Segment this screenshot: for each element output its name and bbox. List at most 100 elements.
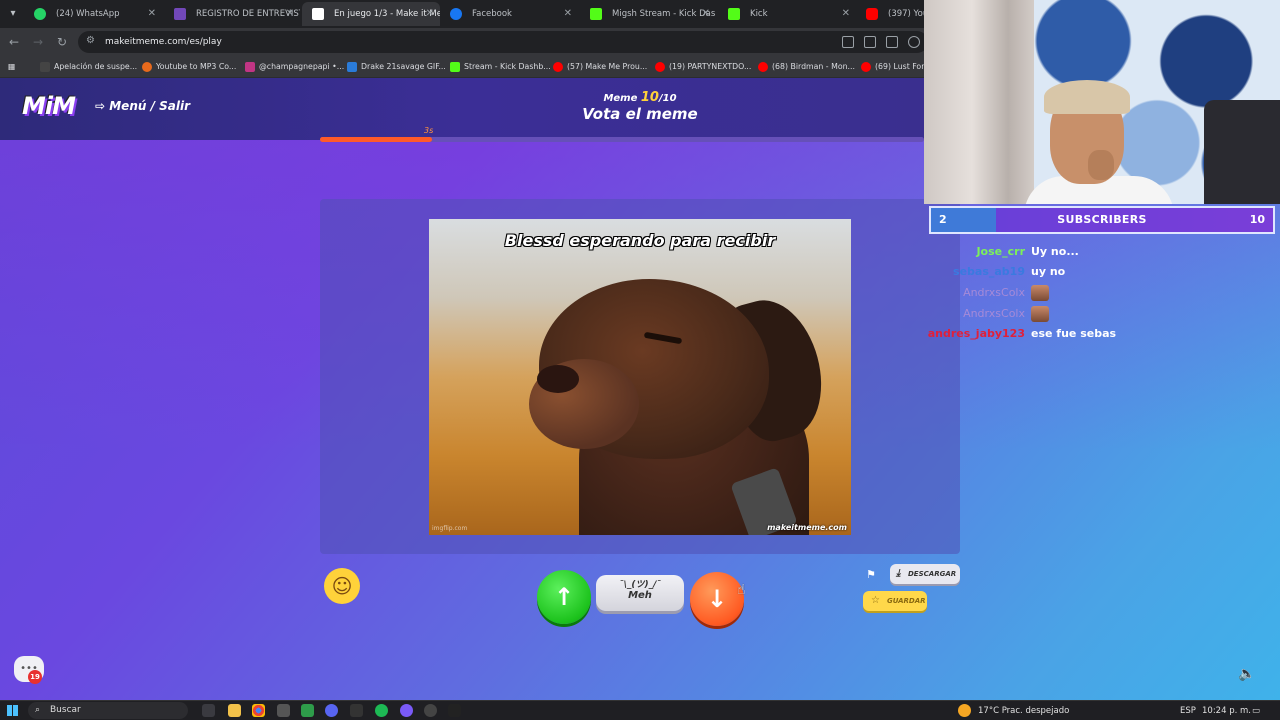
save-button[interactable]: ☆ GUARDAR: [863, 591, 927, 611]
chat-message: AndrxsColx: [924, 283, 1280, 303]
youtube-icon: [758, 62, 768, 72]
tab-kick[interactable]: Kick ✕: [718, 2, 856, 26]
back-icon[interactable]: ←: [5, 33, 23, 51]
tab-label: (24) WhatsApp: [56, 9, 120, 19]
forward-icon[interactable]: →: [29, 33, 47, 51]
save-label: GUARDAR: [887, 597, 926, 605]
vote-down-button[interactable]: ↓: [690, 572, 744, 626]
webcam-curtain: [924, 0, 1044, 204]
webcam-overlay: [924, 0, 1280, 204]
site-settings-icon[interactable]: ⚙: [86, 35, 95, 46]
download-icon: ⤓: [896, 568, 901, 579]
obs-icon[interactable]: [350, 704, 363, 717]
bookmark-item[interactable]: (19) PARTYNEXTDO...: [655, 56, 751, 78]
task-view-icon[interactable]: [202, 704, 215, 717]
tab-youtube[interactable]: (397) YouTube: [856, 2, 926, 26]
taskbar-app-icon[interactable]: [277, 704, 290, 717]
clock[interactable]: 10:24 p. m.: [1202, 701, 1251, 720]
bookmark-item[interactable]: (57) Make Me Prou...: [553, 56, 647, 78]
bookmark-item[interactable]: Drake 21savage GIF...: [347, 56, 446, 78]
cast-icon[interactable]: [842, 36, 854, 48]
webcam-person-hand: [1088, 150, 1114, 180]
chat-message: sebas_ab19 uy no: [924, 262, 1280, 282]
webcam-chair: [1204, 100, 1280, 204]
language-indicator[interactable]: ESP: [1180, 701, 1196, 720]
spotify-icon[interactable]: [375, 704, 388, 717]
bookmark-label: (19) PARTYNEXTDO...: [669, 62, 752, 71]
star-icon: ☆: [871, 595, 880, 606]
meme-panel: Blessd esperando para recibir imgflip.co…: [320, 199, 960, 554]
taskbar-app-icon[interactable]: [424, 704, 437, 717]
terminal-icon[interactable]: [448, 704, 461, 717]
round-prefix: Meme: [603, 93, 638, 104]
menu-exit-link[interactable]: ⇨ Menú / Salir: [95, 99, 190, 113]
reaction-emoji-button[interactable]: ☺: [324, 568, 360, 604]
close-icon[interactable]: ✕: [148, 2, 156, 26]
report-flag-icon[interactable]: ⚑: [866, 568, 876, 581]
timer-label: 3s: [424, 126, 434, 135]
round-counter: Meme 10/10: [560, 90, 720, 105]
reload-icon[interactable]: ↻: [53, 33, 71, 51]
tab-label: Migsh Stream - Kick Dashboard: [612, 9, 716, 19]
chat-emote-icon: [1031, 306, 1049, 322]
address-bar[interactable]: ⚙ makeitmeme.com/es/play: [78, 31, 928, 53]
round-total: /10: [658, 93, 677, 104]
chrome-icon[interactable]: [252, 704, 265, 717]
sound-icon[interactable]: 🔈: [1238, 666, 1255, 682]
bookmark-item[interactable]: Apelación de suspe...: [40, 56, 137, 78]
apps-grid-icon[interactable]: ▦: [8, 56, 20, 78]
discord-icon[interactable]: [325, 704, 338, 717]
download-label: DESCARGAR: [908, 570, 957, 578]
tracking-protection-icon[interactable]: [908, 36, 920, 48]
download-button[interactable]: ⤓ DESCARGAR: [890, 564, 960, 584]
vote-meh-label: Meh: [628, 590, 652, 601]
taskbar-app-icon[interactable]: [400, 704, 413, 717]
tab-kick-dashboard[interactable]: Migsh Stream - Kick Dashboard ✕: [580, 2, 716, 26]
mouse-cursor-icon: ☝: [737, 582, 746, 598]
webcam-person-cap: [1044, 80, 1130, 114]
close-icon[interactable]: ✕: [702, 2, 710, 26]
subscriber-goal-current: 2: [939, 213, 947, 226]
tab-search-icon[interactable]: ▾: [4, 5, 22, 23]
vote-meh-button[interactable]: ¯\_(ツ)_/¯ Meh: [596, 575, 684, 611]
translate-icon[interactable]: [886, 36, 898, 48]
taskbar-search-box[interactable]: ⌕ Buscar: [28, 702, 188, 719]
vote-up-button[interactable]: ↑: [537, 570, 591, 624]
youtube-icon: [655, 62, 665, 72]
chat-username: AndrxsColx: [963, 307, 1025, 320]
shrug-face: ¯\_(ツ)_/¯: [619, 580, 661, 590]
bookmark-item[interactable]: Stream - Kick Dashb...: [450, 56, 551, 78]
file-explorer-icon[interactable]: [228, 704, 241, 717]
excel-icon[interactable]: [301, 704, 314, 717]
tab-registro[interactable]: REGISTRO DE ENTREVISTAS ✕: [164, 2, 300, 26]
windows-start-icon[interactable]: [7, 705, 18, 716]
meme-watermark: makeitmeme.com: [767, 523, 847, 532]
instagram-icon: [245, 62, 255, 72]
bookmark-item[interactable]: @champagnepapi •...: [245, 56, 344, 78]
weather-text[interactable]: 17°C Prac. despejado: [978, 701, 1069, 720]
game-header: MiM ⇨ Menú / Salir Meme 10/10 Vota el me…: [0, 78, 924, 142]
close-icon[interactable]: ✕: [286, 2, 294, 26]
youtube-icon: [553, 62, 563, 72]
bookmark-item[interactable]: (68) Birdman - Mon...: [758, 56, 855, 78]
tab-label: Kick: [750, 9, 768, 19]
tab-make-it-meme[interactable]: En juego 1/3 - Make it Meme ✕: [302, 2, 440, 26]
chat-username: andres_jaby123: [927, 327, 1025, 340]
install-app-icon[interactable]: [864, 36, 876, 48]
close-icon[interactable]: ✕: [426, 2, 434, 26]
tab-facebook[interactable]: Facebook ✕: [440, 2, 578, 26]
bookmark-item[interactable]: Youtube to MP3 Co...: [142, 56, 236, 78]
weather-icon[interactable]: [958, 704, 971, 717]
gif-icon: [347, 62, 357, 72]
chat-message: Jose_crr Uy no...: [924, 242, 1280, 262]
tab-whatsapp[interactable]: (24) WhatsApp ✕: [24, 2, 162, 26]
chat-username: sebas_ab19: [953, 265, 1025, 278]
bookmark-label: Youtube to MP3 Co...: [156, 62, 237, 71]
chat-emote-icon: [1031, 285, 1049, 301]
close-icon[interactable]: ✕: [842, 2, 850, 26]
kick-icon: [590, 8, 602, 20]
notifications-icon[interactable]: ▭: [1252, 701, 1260, 720]
site-logo[interactable]: MiM: [22, 92, 76, 120]
meme-credit: imgflip.com: [432, 525, 468, 532]
close-icon[interactable]: ✕: [564, 2, 572, 26]
